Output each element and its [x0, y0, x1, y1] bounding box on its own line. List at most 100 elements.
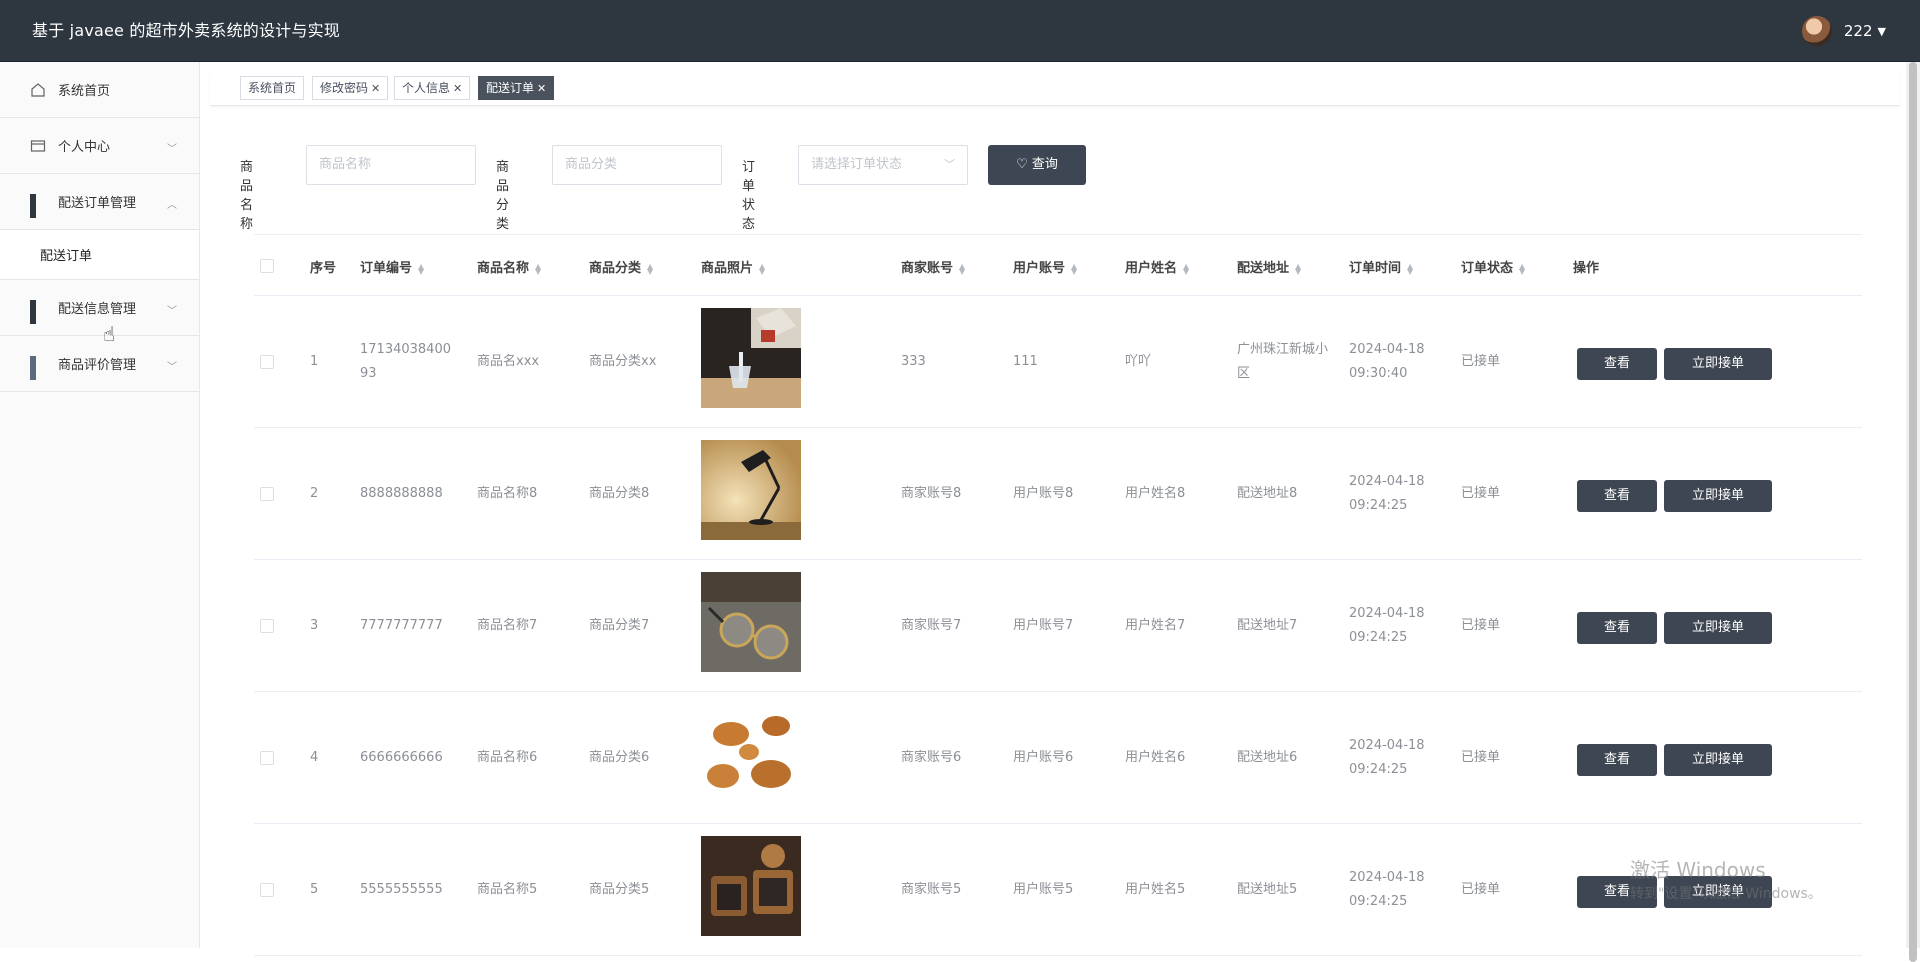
sidebar-item-home[interactable]: 系统首页 [0, 62, 199, 118]
cell-index: 2 [310, 486, 319, 501]
cell-product-name: 商品名称5 [477, 882, 538, 897]
avatar[interactable] [1801, 16, 1832, 46]
hand-cursor-icon: ☝ [103, 322, 116, 346]
username[interactable]: 222 [1844, 22, 1873, 40]
cell-order-no: 7777777777 [360, 618, 443, 633]
accept-order-button[interactable]: 立即接单 [1664, 612, 1772, 644]
col-order-time[interactable]: 订单时间 ▲ ▼ [1349, 257, 1413, 276]
sidebar-item-delivery-orders-management[interactable]: 配送订单管理 ︿ [0, 174, 199, 230]
table-header: 序号 订单编号 ▲ ▼ 商品名称 ▲ ▼ 商品分类 ▲ ▼ 商品照片 ▲ ▼ 商家账号 ▲ ▼ 用户… [254, 235, 1862, 296]
cell-order-status: 已接单 [1461, 618, 1501, 633]
col-order-no[interactable]: 订单编号 ▲ ▼ [360, 257, 424, 276]
page-scrollbar[interactable] [1906, 62, 1920, 962]
cell-order-time: 2024-04-18 09:24:25 [1349, 738, 1425, 777]
table-row: 1 17134038400 93 商品名xxx 商品分类xx 333 111 吖… [254, 296, 1862, 428]
cell-index: 3 [310, 618, 319, 633]
sort-icon: ▲ ▼ [759, 261, 766, 276]
cell-product-category: 商品分类xx [589, 354, 657, 369]
col-user-name[interactable]: 用户姓名 ▲ ▼ [1125, 257, 1189, 276]
cell-index: 5 [310, 882, 319, 897]
accept-order-button[interactable]: 立即接单 [1664, 348, 1772, 380]
col-order-status[interactable]: 订单状态 ▲ ▼ [1461, 257, 1525, 276]
user-menu[interactable]: 222 ▼ [1801, 15, 1886, 47]
glasses-icon[interactable] [701, 572, 801, 672]
query-button[interactable]: ♡ 查询 [988, 145, 1086, 185]
sort-icon: ▲ ▼ [1071, 261, 1078, 276]
chevron-down-icon: ﹀ [167, 144, 177, 155]
view-button[interactable]: 查看 [1577, 744, 1657, 776]
product-category-label: 商品分类 [496, 160, 510, 232]
sidebar-item-delivery-info-management[interactable]: 配送信息管理 ﹀ [0, 280, 199, 336]
heart-icon: ♡ [1016, 157, 1028, 172]
col-index: 序号 [310, 261, 337, 276]
sort-icon: ▲ ▼ [1183, 261, 1190, 276]
cell-order-time: 2024-04-18 09:24:25 [1349, 606, 1425, 645]
sidebar-subitem-label: 配送订单 [40, 249, 93, 264]
view-button[interactable]: 查看 [1577, 480, 1657, 512]
row-checkbox[interactable] [260, 355, 274, 369]
col-product-name[interactable]: 商品名称 ▲ ▼ [477, 257, 541, 276]
cell-merchant-account: 商家账号8 [901, 486, 962, 501]
sidebar-item-personal-center[interactable]: 个人中心 ﹀ [0, 118, 199, 174]
grid-icon [30, 299, 46, 324]
sidebar-subitem-delivery-orders[interactable]: 配送订单 [0, 230, 199, 280]
cell-user-account: 用户账号7 [1013, 618, 1074, 633]
cell-order-time: 2024-04-18 09:30:40 [1349, 342, 1425, 381]
tab-personal-info[interactable]: 个人信息 ✕ [394, 76, 471, 100]
close-icon[interactable]: ✕ [371, 82, 380, 95]
cell-order-status: 已接单 [1461, 354, 1501, 369]
sort-icon: ▲ ▼ [959, 261, 966, 276]
cell-index: 1 [310, 354, 319, 369]
cell-address: 广州珠江新城小区 [1237, 342, 1329, 381]
row-checkbox[interactable] [260, 751, 274, 765]
cell-product-name: 商品名称6 [477, 750, 538, 765]
top-header: 基于 javaee 的超市外卖系统的设计与实现 222 ▼ [0, 0, 1920, 62]
cell-order-status: 已接单 [1461, 882, 1501, 897]
sidebar-item-product-review-management[interactable]: 商品评价管理 ﹀ [0, 336, 199, 392]
select-all-checkbox[interactable] [260, 259, 274, 273]
sidebar: 系统首页 个人中心 ﹀ 配送订单管理 ︿ 配送订单 配送信息管理 ﹀ 商品评价管… [0, 62, 200, 948]
caret-down-icon[interactable]: ▼ [1878, 25, 1886, 38]
tab-home[interactable]: 系统首页 [240, 76, 305, 100]
col-product-photo[interactable]: 商品照片 ▲ ▼ [701, 257, 765, 276]
sort-icon: ▲ ▼ [1407, 261, 1414, 276]
cell-address: 配送地址5 [1237, 882, 1298, 897]
fried-chicken-icon[interactable] [701, 704, 801, 804]
tab-delivery-orders[interactable]: 配送订单 ✕ [478, 76, 555, 100]
row-checkbox[interactable] [260, 487, 274, 501]
view-button[interactable]: 查看 [1577, 348, 1657, 380]
order-status-select[interactable]: 请选择订单状态 ﹀ [798, 145, 968, 185]
accept-order-button[interactable]: 立即接单 [1664, 744, 1772, 776]
accept-order-button[interactable]: 立即接单 [1664, 480, 1772, 512]
col-product-category[interactable]: 商品分类 ▲ ▼ [589, 257, 653, 276]
cell-order-no: 17134038400 93 [360, 342, 451, 381]
cell-index: 4 [310, 750, 319, 765]
grid-icon [30, 355, 46, 380]
col-actions: 操作 [1573, 261, 1600, 276]
baijiu-icon[interactable] [701, 308, 801, 408]
cell-merchant-account: 商家账号7 [901, 618, 962, 633]
col-address[interactable]: 配送地址 ▲ ▼ [1237, 257, 1301, 276]
col-user-account[interactable]: 用户账号 ▲ ▼ [1013, 257, 1077, 276]
orders-table: 序号 订单编号 ▲ ▼ 商品名称 ▲ ▼ 商品分类 ▲ ▼ 商品照片 ▲ ▼ 商家账号 ▲ ▼ 用户… [254, 234, 1862, 956]
row-checkbox[interactable] [260, 883, 274, 897]
close-icon[interactable]: ✕ [453, 82, 462, 95]
mooncake-icon[interactable] [701, 836, 801, 936]
cell-order-no: 6666666666 [360, 750, 443, 765]
cell-user-name: 吖吖 [1125, 354, 1152, 369]
sort-icon: ▲ ▼ [535, 261, 542, 276]
product-category-input[interactable]: 商品分类 [552, 145, 722, 185]
close-icon[interactable]: ✕ [537, 82, 546, 95]
desk-lamp-icon[interactable] [701, 440, 801, 540]
view-button[interactable]: 查看 [1577, 612, 1657, 644]
cell-user-name: 用户姓名8 [1125, 486, 1186, 501]
table-row: 2 8888888888 商品名称8 商品分类8 商家账号8 用户账号8 用户姓… [254, 428, 1862, 560]
cell-merchant-account: 商家账号5 [901, 882, 962, 897]
cell-user-account: 用户账号8 [1013, 486, 1074, 501]
col-merchant-account[interactable]: 商家账号 ▲ ▼ [901, 257, 965, 276]
row-checkbox[interactable] [260, 619, 274, 633]
cell-address: 配送地址7 [1237, 618, 1298, 633]
tab-change-password[interactable]: 修改密码 ✕ [312, 76, 389, 100]
product-name-input[interactable]: 商品名称 [306, 145, 476, 185]
scrollbar-thumb[interactable] [1909, 62, 1917, 962]
